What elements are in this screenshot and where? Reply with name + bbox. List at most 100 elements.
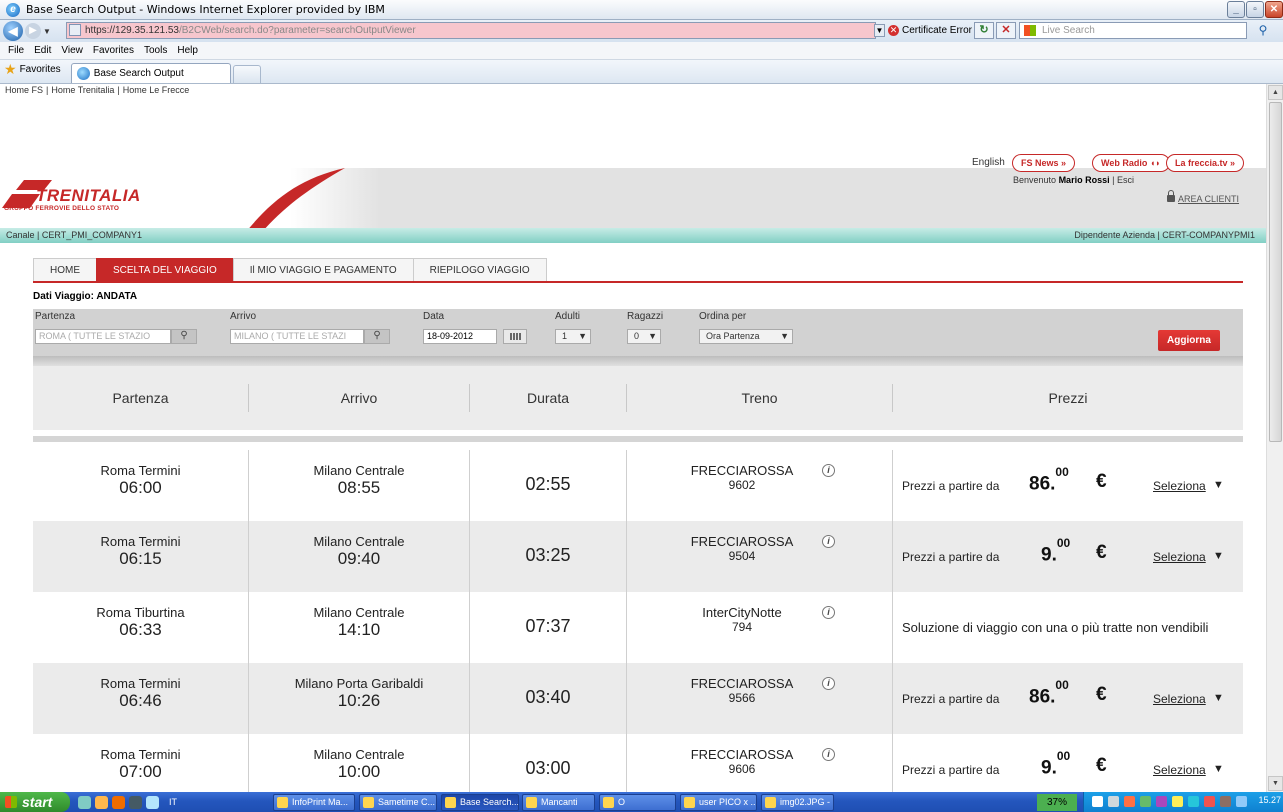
address-bar[interactable]: https://129.35.121.53/B2CWeb/search.do?p… [66,22,876,39]
search-go-icon[interactable]: ⚲ [1254,22,1272,39]
web-radio-label: Web Radio [1101,158,1148,168]
logo-text: TRENITALIA [36,186,141,205]
quick-launch-icon[interactable] [146,795,159,809]
link-home-trenitalia[interactable]: Home Trenitalia [51,85,114,95]
adulti-select[interactable]: 1 ▼ [555,329,591,344]
link-home-fs[interactable]: Home FS [5,85,43,95]
tab-scelta-del-viaggio[interactable]: SCELTA DEL VIAGGIO [96,258,234,281]
certificate-error-button[interactable]: ✕ Certificate Error [888,22,972,39]
info-icon[interactable]: i [822,606,835,619]
info-icon[interactable]: i [822,464,835,477]
seleziona-link[interactable]: Seleziona [1153,550,1206,564]
menu-edit[interactable]: Edit [34,45,51,56]
tray-icon[interactable] [1124,796,1135,807]
tray-icon[interactable] [1204,796,1215,807]
partenza-search-icon[interactable]: ⚲ [171,329,197,344]
tray-icon[interactable] [1172,796,1183,807]
tray-icon[interactable] [1156,796,1167,807]
arrivo-input[interactable]: MILANO ( TUTTE LE STAZI [230,329,364,344]
header-durata: Durata [526,390,570,406]
history-dropdown-icon[interactable]: ▼ [41,27,53,36]
page-icon [69,24,81,36]
quick-launch-icon[interactable] [112,795,125,809]
header-prezzi: Prezzi [1048,390,1088,406]
new-tab-button[interactable] [232,65,261,83]
calendar-icon[interactable] [503,329,527,344]
info-icon[interactable]: i [822,677,835,690]
tray-icon[interactable] [1108,796,1119,807]
favorites-button[interactable]: ★ Favorites [4,61,61,78]
chevron-down-icon: ▼ [780,331,789,341]
refresh-button[interactable]: ↻ [974,22,994,39]
live-search-input[interactable]: Live Search [1019,22,1247,39]
quick-launch-icon[interactable] [129,795,142,809]
ragazzi-select[interactable]: 0 ▼ [627,329,661,344]
tab-riepilogo-viaggio[interactable]: RIEPILOGO VIAGGIO [412,258,547,281]
chevron-down-icon[interactable]: ▼ [1213,692,1224,704]
language-indicator[interactable]: IT [169,797,177,807]
aggiorna-button[interactable]: Aggiorna [1158,330,1220,351]
address-dropdown-icon[interactable]: ▼ [874,24,885,37]
arrival-cell: Milano Centrale 08:55 [249,463,469,498]
info-icon[interactable]: i [822,748,835,761]
favorites-bar: ★ Favorites Base Search Output [0,60,1283,84]
seleziona-link[interactable]: Seleziona [1153,692,1206,706]
scroll-down-icon[interactable]: ▼ [1268,776,1283,791]
tray-icon[interactable] [1220,796,1231,807]
back-button[interactable]: ◀ [3,21,23,41]
data-input[interactable]: 18-09-2012 [423,329,497,344]
tab-mio-viaggio-pagamento[interactable]: Il MIO VIAGGIO E PAGAMENTO [232,258,414,281]
link-home-le-frecce[interactable]: Home Le Frecce [123,85,190,95]
taskbar-button[interactable]: img02.JPG - ... [761,794,834,811]
maximize-button[interactable]: ▫ [1246,1,1264,18]
vertical-scrollbar[interactable]: ▲ ▼ [1266,84,1283,792]
menu-favorites[interactable]: Favorites [93,45,134,56]
chevron-down-icon[interactable]: ▼ [1213,479,1224,491]
start-button[interactable]: start [0,792,70,812]
taskbar-button-label: Sametime C... [378,797,436,807]
quick-launch-icon[interactable] [95,795,108,809]
minimize-button[interactable]: _ [1227,1,1245,18]
window-title: Base Search Output - Windows Internet Ex… [26,3,385,16]
taskbar-button[interactable]: Mancanti [522,794,595,811]
forward-button[interactable]: ▶ [25,23,41,39]
tray-icon[interactable] [1140,796,1151,807]
partenza-input[interactable]: ROMA ( TUTTE LE STAZIO [35,329,171,344]
fs-news-button[interactable]: FS News » [1012,154,1076,172]
address-toolbar: ◀ ▶ ▼ https://129.35.121.53/B2CWeb/searc… [0,20,1283,42]
search-panel: Partenza ROMA ( TUTTE LE STAZIO ⚲ Arrivo… [33,309,1243,356]
menu-file[interactable]: File [8,45,24,56]
seleziona-link[interactable]: Seleziona [1153,479,1206,493]
page-viewport: Home FS | Home Trenitalia | Home Le Frecce T… [0,84,1266,792]
taskbar-button[interactable]: InfoPrint Ma... [273,794,355,811]
tab-home[interactable]: HOME [33,258,97,281]
tray-icon[interactable] [1092,796,1103,807]
scroll-up-icon[interactable]: ▲ [1268,85,1283,100]
taskbar-button[interactable]: Sametime C... [359,794,437,811]
arrivo-search-icon[interactable]: ⚲ [364,329,390,344]
close-button[interactable]: ✕ [1265,1,1283,18]
seleziona-link[interactable]: Seleziona [1153,763,1206,777]
area-clienti-link[interactable]: AREA CLIENTI [1167,190,1239,204]
menu-help[interactable]: Help [177,45,198,56]
ordina-select[interactable]: Ora Partenza ▼ [699,329,793,344]
tray-icon[interactable] [1236,796,1247,807]
stop-button[interactable]: ✕ [996,22,1016,39]
ordina-value: Ora Partenza [706,331,760,341]
scroll-thumb[interactable] [1269,102,1282,442]
browser-tab-active[interactable]: Base Search Output [70,63,231,83]
la-freccia-tv-button[interactable]: La freccia.tv » [1166,154,1245,172]
web-radio-button[interactable]: Web Radio ◖◗ [1092,154,1170,172]
info-icon[interactable]: i [822,535,835,548]
taskbar-button[interactable]: O [599,794,676,811]
logout-link[interactable]: Esci [1117,175,1134,185]
language-link[interactable]: English [972,157,1005,168]
menu-view[interactable]: View [61,45,83,56]
chevron-down-icon[interactable]: ▼ [1213,550,1224,562]
tray-icon[interactable] [1188,796,1199,807]
taskbar-button[interactable]: Base Search... [441,794,519,811]
menu-tools[interactable]: Tools [144,45,167,56]
chevron-down-icon[interactable]: ▼ [1213,763,1224,775]
quick-launch-icon[interactable] [78,795,91,809]
taskbar-button[interactable]: user PICO x ... [680,794,757,811]
